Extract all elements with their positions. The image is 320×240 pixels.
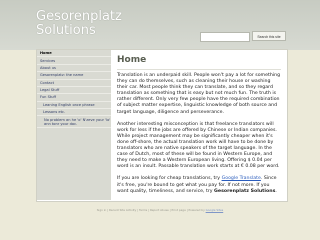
site-title[interactable]: Gesorenplatz Solutions: [36, 10, 122, 38]
sidebar-item-services[interactable]: Services: [37, 57, 111, 65]
footer-links-text[interactable]: Sign in | Recent Site Activity | Terms |…: [97, 208, 206, 212]
google-translate-link[interactable]: Google Translate: [222, 176, 261, 181]
main-content: Home Translation is an underpaid skill. …: [117, 54, 281, 199]
site-title-line2: Solutions: [36, 23, 96, 38]
site-title-line1: Gesorenplatz: [36, 9, 122, 24]
company-name-bold: Gesorenplatz Solutions: [214, 188, 276, 194]
sidebar-item-fun-stuff[interactable]: Fun Stuff: [37, 94, 111, 102]
sidebar-item-contact[interactable]: Contact: [37, 80, 111, 87]
sidebar-subitem-english-phrase[interactable]: Leaning English once phrase: [37, 102, 111, 109]
sidebar-item-home[interactable]: Home: [37, 50, 111, 58]
site-footer: Sign in | Recent Site Activity | Terms |…: [0, 208, 320, 212]
sidebar-nav: Home Services About us Gesorenplatz: the…: [37, 50, 111, 200]
page-title: Home: [117, 55, 147, 65]
sidebar-subitem-no-problem[interactable]: No problem an he 'o' N'zeve your 'lo' an…: [37, 116, 111, 128]
site-header: Gesorenplatz Solutions Search this site: [0, 0, 320, 50]
paragraph-misconception: Another interesting misconception is tha…: [117, 121, 280, 170]
paragraph-cheap-translations: If you are looking for cheap translation…: [117, 176, 281, 194]
p3-text-before: If you are looking for cheap translation…: [117, 176, 222, 182]
paragraph-intro: Translation is an underpaid skill. Peopl…: [117, 73, 281, 115]
search-button[interactable]: Search this site: [252, 31, 286, 41]
google-sites-link[interactable]: Google Sites: [206, 208, 224, 212]
sidebar-subitem-lessons[interactable]: Lessons etc.: [37, 109, 111, 117]
title-divider: [117, 69, 281, 70]
p3-text-end: .: [275, 188, 277, 194]
sidebar-item-about-us[interactable]: About us: [37, 65, 111, 73]
sidebar-item-the-name[interactable]: Gesorenplatz: the name: [37, 72, 111, 80]
sidebar-item-legal-stuff[interactable]: Legal Stuff: [37, 87, 111, 95]
search-input[interactable]: [200, 32, 250, 42]
